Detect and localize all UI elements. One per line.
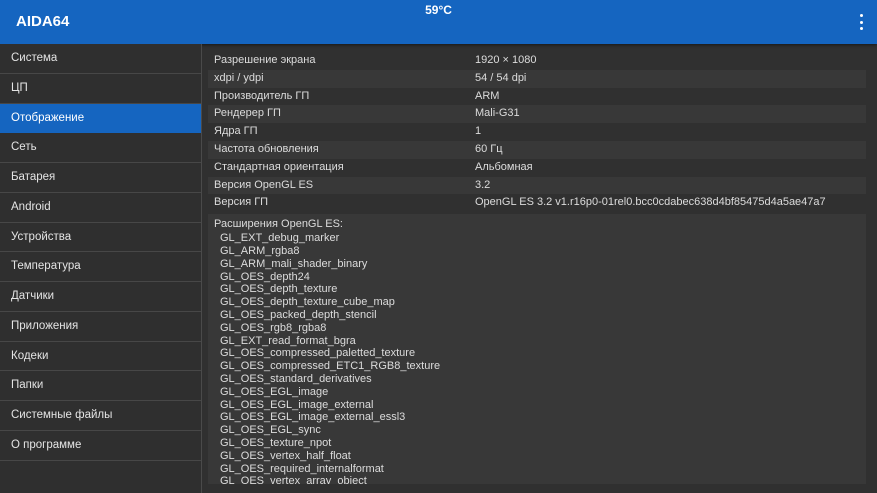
row-key: Версия OpenGL ES <box>214 178 314 191</box>
list-item: GL_OES_EGL_sync <box>220 424 321 437</box>
sidebar: Система ЦП Отображение Сеть Батарея Android Ус… <box>0 44 202 493</box>
list-item: GL_OES_compressed_paletted_texture <box>220 347 416 360</box>
sidebar-item-11[interactable]: Папки <box>0 371 201 401</box>
row-key: Ядра ГП <box>214 125 258 138</box>
row-key: Версия ГП <box>214 196 269 209</box>
list-item: GL_OES_depth24 <box>220 270 310 283</box>
row-value: 54 / 54 dpi <box>475 71 527 84</box>
list-item: GL_OES_packed_depth_stencil <box>220 308 377 321</box>
row-value: 1920 × 1080 <box>475 54 537 66</box>
list-item: GL_OES_depth_texture <box>220 283 338 296</box>
row-value: OpenGL ES 3.2 v1.r16p0-01rel0.bcc0cdabec… <box>475 196 826 209</box>
list-item: GL_OES_EGL_image_external_essl3 <box>220 411 406 424</box>
list-item: GL_OES_required_internalformat <box>220 462 384 475</box>
list-item: GL_OES_standard_derivatives <box>220 372 372 385</box>
sidebar-item-2[interactable]: Отображение <box>0 103 201 134</box>
list-item: GL_OES_compressed_ETC1_RGB8_texture <box>220 360 441 373</box>
row-value: Mali-G31 <box>475 107 520 120</box>
list-item: GL_OES_vertex_array_object <box>220 475 367 485</box>
sidebar-item-0[interactable]: Система <box>0 44 201 74</box>
table-row[interactable]: Версия OpenGL ES 3.2 <box>208 176 866 195</box>
list-item: GL_OES_EGL_image <box>220 385 329 398</box>
sidebar-item-9[interactable]: Приложения <box>0 312 201 342</box>
extensions-title: Расширения OpenGL ES: <box>214 218 343 231</box>
table-row[interactable]: Версия ГП OpenGL ES 3.2 v1.r16p0-01rel0.b… <box>208 194 866 213</box>
list-item: GL_EXT_read_format_bgra <box>220 334 356 347</box>
row-value: 60 Гц <box>475 142 503 155</box>
table-row[interactable]: Рендерер ГП Mali-G31 <box>208 105 866 124</box>
list-item: GL_OES_vertex_half_float <box>220 449 351 462</box>
sidebar-item-8[interactable]: Датчики <box>0 282 201 312</box>
table-row[interactable]: Стандартная ориентация Альбомная <box>208 158 866 177</box>
table-row[interactable]: Частота обновления 60 Гц <box>208 140 866 159</box>
row-key: Частота обновления <box>214 142 319 155</box>
info-table: Разрешение экрана 1920 × 1080 xdpi / ydpi 5… <box>208 52 866 213</box>
sidebar-item-4[interactable]: Батарея <box>0 163 201 193</box>
list-item: GL_EXT_debug_marker <box>220 232 340 245</box>
row-key: Рендерер ГП <box>214 107 281 120</box>
app-bar: AIDA64 59°C <box>0 0 877 44</box>
list-item: GL_ARM_mali_shader_binary <box>220 257 368 270</box>
list-item: GL_OES_texture_npot <box>220 436 332 449</box>
sidebar-item-10[interactable]: Кодеки <box>0 342 201 372</box>
sidebar-item-6[interactable]: Устройства <box>0 223 201 253</box>
table-row[interactable]: Ядра ГП 1 <box>208 123 866 141</box>
list-item: GL_OES_depth_texture_cube_map <box>220 296 395 309</box>
overflow-menu-icon[interactable] <box>857 14 865 30</box>
list-item: GL_OES_rgb8_rgba8 <box>220 321 327 334</box>
table-row[interactable]: Производитель ГП ARM <box>208 87 866 106</box>
row-key: Производитель ГП <box>214 89 310 102</box>
sidebar-item-13[interactable]: О программе <box>0 431 201 461</box>
row-key: Стандартная ориентация <box>214 160 344 173</box>
sidebar-item-1[interactable]: ЦП <box>0 74 201 104</box>
table-row[interactable]: xdpi / ydpi 54 / 54 dpi <box>208 69 866 88</box>
sidebar-item-7[interactable]: Температура <box>0 252 201 282</box>
sidebar-item-12[interactable]: Системные файлы <box>0 401 201 431</box>
list-item: GL_OES_EGL_image_external <box>220 398 374 411</box>
row-value: 3.2 <box>475 178 491 191</box>
row-value: 1 <box>475 125 482 138</box>
row-key: xdpi / ydpi <box>214 71 264 84</box>
extensions-block[interactable]: Расширения OpenGL ES: GL_EXT_debug_marke… <box>208 214 866 485</box>
list-item: GL_ARM_rgba8 <box>220 244 300 257</box>
extensions-list: GL_EXT_debug_marker GL_ARM_rgba8 GL_ARM_ma… <box>214 232 860 484</box>
sidebar-item-3[interactable]: Сеть <box>0 133 201 163</box>
temperature-readout: 59°C <box>425 3 452 17</box>
row-key: Разрешение экрана <box>214 54 316 66</box>
row-value: Альбомная <box>475 160 533 173</box>
table-row[interactable]: Разрешение экрана 1920 × 1080 <box>208 52 866 70</box>
content-panel: Разрешение экрана 1920 × 1080 xdpi / ydpi 5… <box>208 52 866 492</box>
row-value: ARM <box>475 89 500 102</box>
sidebar-item-5[interactable]: Android <box>0 193 201 223</box>
